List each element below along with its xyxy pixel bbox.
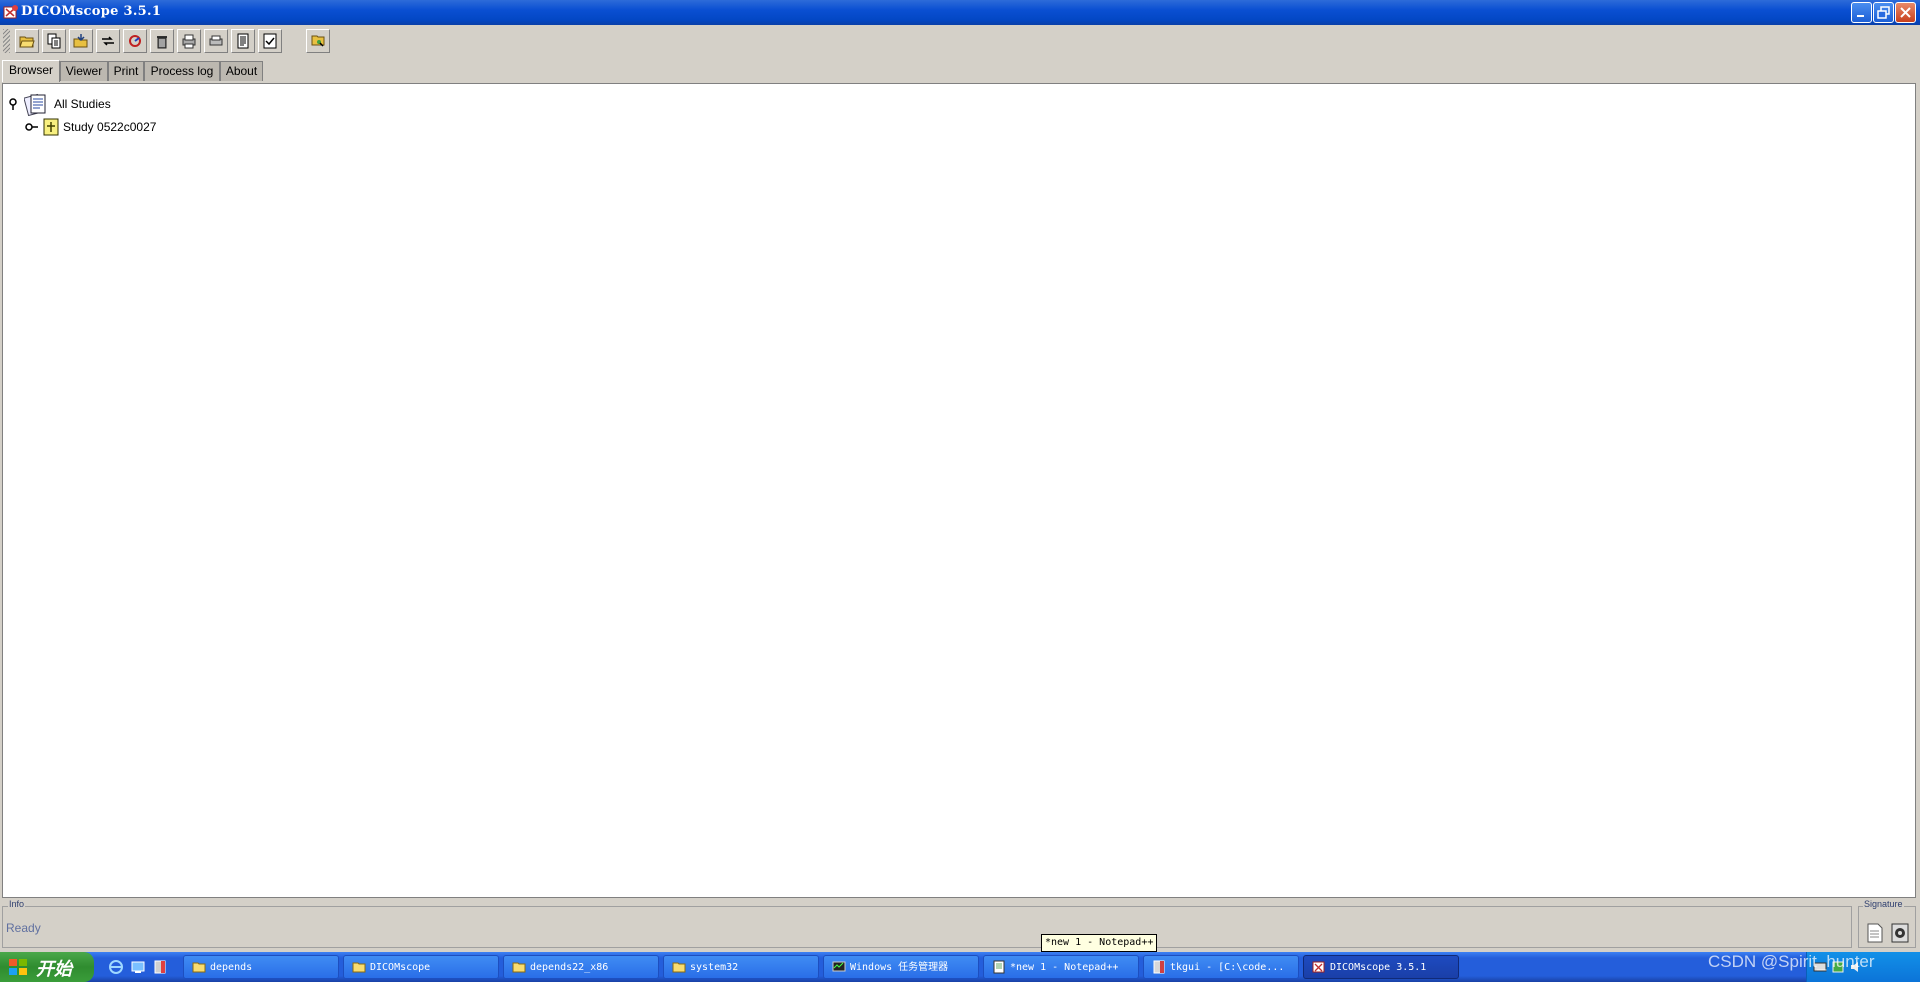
refresh-icon: [129, 35, 141, 47]
checklist-button[interactable]: [258, 29, 282, 53]
study-browser-panel: All Studies Study 0522c0027: [2, 83, 1916, 898]
taskbar-item-dicomscope-folder[interactable]: DICOMscope: [343, 955, 499, 979]
taskbar-item-system32[interactable]: system32: [663, 955, 819, 979]
minimize-icon: [1857, 15, 1864, 17]
signature-panel: Signature: [1858, 899, 1916, 948]
dicomscope-icon: [1312, 961, 1325, 973]
internet-explorer-icon[interactable]: [108, 959, 124, 975]
task-label: Windows 任务管理器: [850, 962, 949, 973]
tab-viewer[interactable]: Viewer: [60, 61, 108, 81]
all-studies-icon: [24, 93, 46, 116]
start-button[interactable]: 开始: [0, 952, 94, 982]
taskbar-item-task-manager[interactable]: Windows 任务管理器: [823, 955, 979, 979]
print-button[interactable]: [204, 29, 228, 53]
trash-icon: [157, 36, 167, 49]
task-manager-icon: [832, 961, 846, 972]
task-label: *new 1 - Notepad++: [1010, 962, 1119, 973]
checklist-icon: [263, 33, 277, 49]
dicomscope-app-icon: [3, 5, 18, 19]
start-label: 开始: [36, 959, 72, 980]
task-label: tkgui - [C:\code...: [1170, 962, 1285, 973]
restore-icon: [1877, 6, 1890, 19]
signature-seal-icon[interactable]: [1891, 923, 1909, 943]
show-desktop-icon[interactable]: [130, 959, 146, 975]
close-button[interactable]: [1895, 2, 1916, 23]
tree-root[interactable]: All Studies: [7, 92, 111, 116]
tree-item-study[interactable]: Study 0522c0027: [25, 118, 156, 136]
task-label: DICOMscope 3.5.1: [1330, 962, 1427, 973]
taskbar-tooltip: *new 1 - Notepad++: [1041, 934, 1158, 952]
taskbar-item-notepad[interactable]: *new 1 - Notepad++: [983, 955, 1139, 979]
signature-document-icon[interactable]: [1867, 923, 1883, 943]
info-panel: Info Ready: [2, 899, 1852, 948]
study-icon: [43, 118, 59, 136]
watermark: CSDN @Spirit_hunter: [1708, 952, 1875, 971]
taskbar-item-tkgui[interactable]: tkgui - [C:\code...: [1143, 955, 1299, 979]
close-icon: [1900, 7, 1911, 18]
query-icon: [311, 35, 325, 47]
copy-icon: [47, 33, 61, 49]
minimize-button[interactable]: [1851, 2, 1872, 23]
import-button[interactable]: [69, 29, 93, 53]
open-button[interactable]: [15, 29, 39, 53]
tab-bar: Browser Viewer Print Process log About: [0, 60, 1920, 82]
printer-icon: [209, 35, 223, 46]
title-bar: DICOMscope 3.5.1: [0, 0, 1920, 25]
task-label: DICOMscope: [370, 962, 431, 973]
info-legend: Info: [8, 899, 26, 909]
tab-process-log[interactable]: Process log: [144, 61, 220, 81]
delete-button[interactable]: [150, 29, 174, 53]
taskbar-item-depends22-x86[interactable]: depends22_x86: [503, 955, 659, 979]
open-folder-icon: [19, 36, 35, 48]
quick-launch-app-icon[interactable]: [152, 959, 168, 975]
query-button[interactable]: [306, 29, 330, 53]
collapsed-node-icon[interactable]: [25, 122, 39, 132]
send-button[interactable]: [96, 29, 120, 53]
tree-root-label: All Studies: [54, 97, 111, 111]
document-icon: [237, 33, 249, 49]
task-label: depends: [210, 962, 253, 973]
notepad-icon: [993, 960, 1005, 974]
restore-button[interactable]: [1873, 2, 1894, 23]
tab-browser[interactable]: Browser: [2, 60, 60, 82]
task-label: system32: [690, 962, 739, 973]
signature-legend: Signature: [1863, 899, 1904, 909]
expanded-node-icon[interactable]: [7, 97, 19, 111]
folder-icon: [672, 962, 686, 973]
study-label: Study 0522c0027: [63, 120, 157, 134]
taskbar-item-depends[interactable]: depends: [183, 955, 339, 979]
tab-about[interactable]: About: [220, 61, 263, 81]
toolbar: [0, 25, 1920, 57]
folder-icon: [352, 962, 366, 973]
print-image-button[interactable]: [177, 29, 201, 53]
document-button[interactable]: [231, 29, 255, 53]
tab-print[interactable]: Print: [108, 61, 144, 81]
folder-icon: [192, 962, 206, 973]
send-arrow-icon: [102, 36, 114, 46]
folder-icon: [512, 962, 526, 973]
print-image-icon: [182, 34, 196, 49]
toolbar-grip[interactable]: [3, 29, 10, 53]
status-text: Ready: [6, 921, 41, 935]
task-label: depends22_x86: [530, 962, 609, 973]
refresh-button[interactable]: [123, 29, 147, 53]
window-title: DICOMscope 3.5.1: [21, 4, 162, 19]
app-icon: [1153, 960, 1165, 974]
taskbar: 开始 depends DICOMscope depends22_x86 syst…: [0, 952, 1920, 982]
copy-button[interactable]: [42, 29, 66, 53]
windows-logo-icon: [9, 959, 27, 975]
import-folder-icon: [73, 34, 88, 48]
taskbar-item-dicomscope-app[interactable]: DICOMscope 3.5.1: [1303, 955, 1459, 979]
